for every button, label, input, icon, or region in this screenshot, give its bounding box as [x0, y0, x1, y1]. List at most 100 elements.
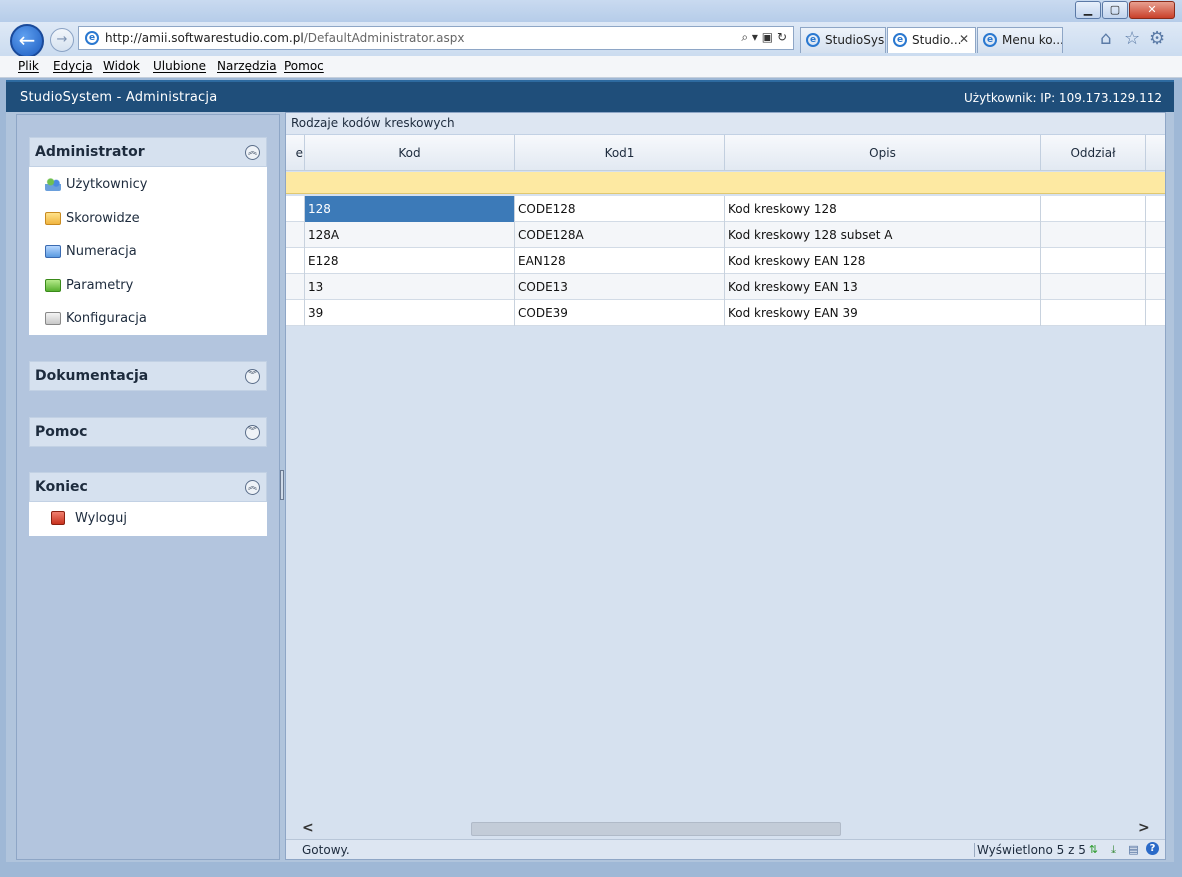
table-cell-kod1[interactable]: CODE128: [515, 196, 725, 222]
refresh-icon[interactable]: ⇅: [1086, 842, 1101, 857]
scroll-right-icon[interactable]: >: [1138, 820, 1150, 836]
users-icon: [45, 178, 61, 191]
column-header-oddzial[interactable]: Oddział: [1041, 135, 1146, 171]
table-row[interactable]: 128A CODE128A Kod kreskowy 128 subset A: [286, 222, 1165, 248]
table-cell-kod1[interactable]: CODE39: [515, 300, 725, 326]
table-row[interactable]: 13 CODE13 Kod kreskowy EAN 13: [286, 274, 1165, 300]
menu-ulubione[interactable]: Ulubione: [153, 59, 206, 73]
collapse-icon[interactable]: ︽: [245, 145, 260, 160]
table-cell-kod[interactable]: E128: [305, 248, 515, 274]
tab-studiosystem-2[interactable]: e Studio... ✕: [887, 27, 976, 53]
section-title: Pomoc: [35, 424, 88, 440]
table-row[interactable]: E128 EAN128 Kod kreskowy EAN 128: [286, 248, 1165, 274]
table-cell-opis[interactable]: Kod kreskowy 128: [725, 196, 1041, 222]
sidebar-item-label: Wyloguj: [75, 511, 127, 526]
home-icon[interactable]: ⌂: [1100, 28, 1111, 49]
horizontal-scrollbar[interactable]: < >: [286, 819, 1165, 839]
panel-title-bar: Rodzaje kodów kreskowych: [286, 113, 1165, 135]
table-cell-kod1[interactable]: CODE13: [515, 274, 725, 300]
sidebar-item-label: Skorowidze: [66, 211, 140, 226]
forward-arrow-icon[interactable]: →: [50, 28, 74, 52]
ie-tab-icon: e: [983, 33, 997, 47]
menu-plik[interactable]: Plik: [18, 59, 39, 73]
tab-menu[interactable]: e Menu ko...: [977, 27, 1063, 53]
favorites-star-icon[interactable]: ☆: [1124, 28, 1140, 49]
column-header-opis[interactable]: Opis: [725, 135, 1041, 171]
address-bar[interactable]: e http://amii.softwarestudio.com.pl/Defa…: [78, 26, 794, 50]
close-window-button[interactable]: ✕: [1129, 1, 1175, 19]
table-cell-kod1[interactable]: CODE128A: [515, 222, 725, 248]
scrollbar-thumb[interactable]: [471, 822, 841, 836]
table-cell-kod[interactable]: 13: [305, 274, 515, 300]
table-cell-opis[interactable]: Kod kreskowy EAN 13: [725, 274, 1041, 300]
menu-pomoc[interactable]: Pomoc: [284, 59, 324, 73]
table-cell-opis[interactable]: Kod kreskowy EAN 39: [725, 300, 1041, 326]
section-administrator-header[interactable]: Administrator ︽: [29, 137, 267, 167]
address-tools[interactable]: ⌕ ▾ ▣ ↻: [741, 30, 787, 45]
tab-label: Studio...: [912, 33, 962, 47]
section-pomoc-header[interactable]: Pomoc ︾: [29, 417, 267, 447]
close-tab-icon[interactable]: ✕: [959, 32, 969, 46]
table-cell: [286, 196, 305, 222]
tab-label: StudioSys...: [825, 33, 885, 47]
dropdown-icon[interactable]: ▾: [752, 30, 758, 44]
sidebar-item-label: Parametry: [66, 278, 134, 293]
menu-widok[interactable]: Widok: [103, 59, 140, 73]
tab-studiosystem-1[interactable]: e StudioSys...: [800, 27, 886, 53]
table-cell-oddzial[interactable]: [1041, 300, 1146, 326]
folder-icon: [45, 212, 61, 225]
sidebar-item-label: Numeracja: [66, 244, 137, 259]
table-cell: [286, 222, 305, 248]
grid-header: e Kod Kod1 Opis Oddział: [286, 135, 1165, 171]
app-title: StudioSystem - Administracja: [20, 90, 218, 105]
back-arrow-icon[interactable]: ←: [10, 24, 44, 58]
table-cell-kod[interactable]: 39: [305, 300, 515, 326]
compat-icon[interactable]: ▣: [762, 30, 773, 44]
ie-tab-icon: e: [806, 33, 820, 47]
column-header-kod1[interactable]: Kod1: [515, 135, 725, 171]
column-header-e[interactable]: e: [286, 135, 305, 171]
panel-splitter-handle[interactable]: [280, 470, 284, 500]
gear-icon[interactable]: ⚙: [1149, 28, 1165, 49]
sidebar: Administrator ︽ Użytkownicy Skorowidze N…: [16, 114, 280, 860]
table-cell-oddzial[interactable]: [1041, 196, 1146, 222]
help-icon[interactable]: ?: [1146, 842, 1159, 855]
sidebar-item-label: Użytkownicy: [66, 177, 148, 192]
refresh-icon[interactable]: ↻: [777, 30, 787, 44]
table-cell-oddzial[interactable]: [1041, 274, 1146, 300]
collapse-icon[interactable]: ︽: [245, 480, 260, 495]
section-dokumentacja-header[interactable]: Dokumentacja ︾: [29, 361, 267, 391]
menu-bar: Plik Edycja Widok Ulubione Narzędzia Pom…: [0, 56, 1182, 78]
minimize-button[interactable]: ▁: [1075, 1, 1101, 19]
table-cell-opis[interactable]: Kod kreskowy 128 subset A: [725, 222, 1041, 248]
folder-icon: [45, 312, 61, 325]
table-cell-opis[interactable]: Kod kreskowy EAN 128: [725, 248, 1041, 274]
filter-row[interactable]: [286, 172, 1165, 194]
table-row[interactable]: 128 CODE128 Kod kreskowy 128: [286, 196, 1165, 222]
status-text: Gotowy.: [302, 843, 350, 857]
grid-panel: Rodzaje kodów kreskowych e Kod Kod1 Opis…: [285, 112, 1166, 860]
expand-icon[interactable]: ︾: [245, 425, 260, 440]
table-cell-oddzial[interactable]: [1041, 222, 1146, 248]
ie-page-icon: e: [85, 31, 99, 45]
maximize-button[interactable]: ▢: [1102, 1, 1128, 19]
table-cell-kod[interactable]: 128: [305, 196, 515, 222]
table-row[interactable]: 39 CODE39 Kod kreskowy EAN 39: [286, 300, 1165, 326]
print-icon[interactable]: ▤: [1126, 842, 1141, 857]
export-icon[interactable]: ⤓: [1106, 842, 1121, 857]
table-cell-kod[interactable]: 128A: [305, 222, 515, 248]
table-cell: [286, 248, 305, 274]
tab-label: Menu ko...: [1002, 33, 1063, 47]
scroll-left-icon[interactable]: <: [302, 820, 314, 836]
table-cell-oddzial[interactable]: [1041, 248, 1146, 274]
window-title-bar: ▁ ▢ ✕: [0, 0, 1182, 24]
search-icon[interactable]: ⌕: [741, 30, 748, 44]
section-koniec-header[interactable]: Koniec ︽: [29, 472, 267, 502]
expand-icon[interactable]: ︾: [245, 369, 260, 384]
sidebar-item-label: Konfiguracja: [66, 311, 147, 326]
column-header-kod[interactable]: Kod: [305, 135, 515, 171]
menu-narzedzia[interactable]: Narzędzia: [217, 59, 277, 73]
table-cell-kod1[interactable]: EAN128: [515, 248, 725, 274]
user-info: Użytkownik: IP: 109.173.129.112: [963, 91, 1162, 105]
menu-edycja[interactable]: Edycja: [53, 59, 93, 73]
